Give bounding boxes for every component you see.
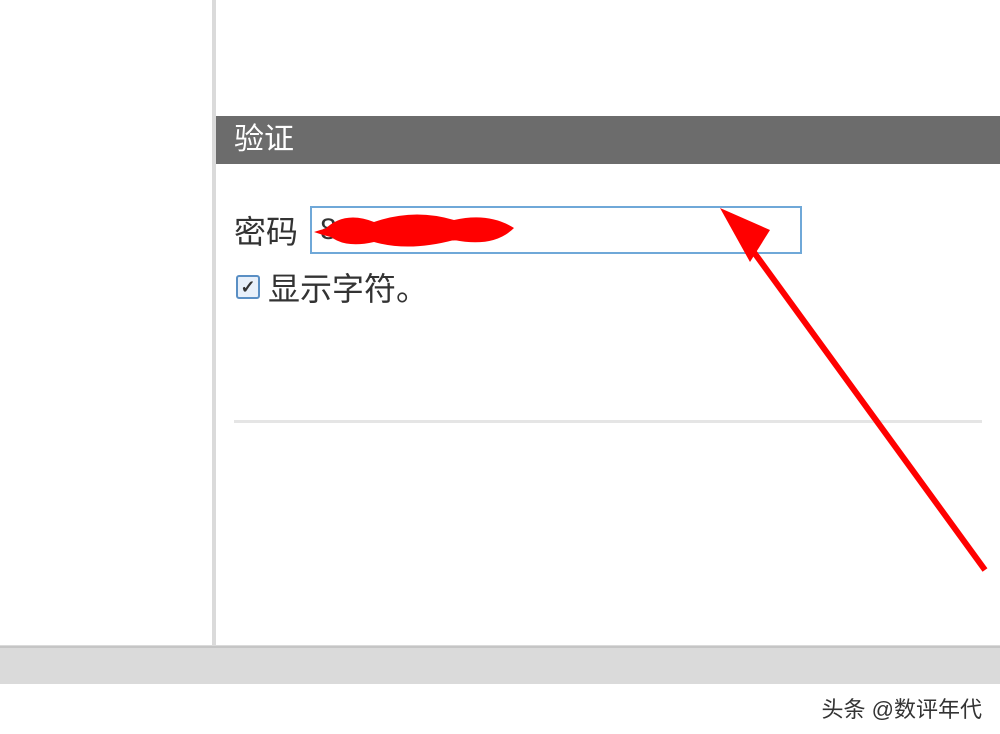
verification-form: 密码 8 显示字符。 xyxy=(216,164,1000,330)
password-row: 密码 8 xyxy=(234,206,982,254)
show-chars-checkbox[interactable] xyxy=(236,275,260,299)
password-value: 8 xyxy=(320,213,337,247)
section-divider xyxy=(234,420,982,423)
password-input[interactable]: 8 xyxy=(310,206,802,254)
main-panel: 验证 密码 8 显示字符。 xyxy=(216,0,1000,645)
show-chars-row: 显示字符。 xyxy=(236,264,982,310)
show-chars-label: 显示字符。 xyxy=(268,264,428,310)
watermark: 头条 @数评年代 xyxy=(822,692,982,724)
verification-section-header: 验证 xyxy=(216,116,1000,164)
footer-bar xyxy=(0,646,1000,684)
top-section xyxy=(216,0,1000,118)
password-label: 密码 xyxy=(234,207,298,253)
sidebar xyxy=(0,0,214,645)
